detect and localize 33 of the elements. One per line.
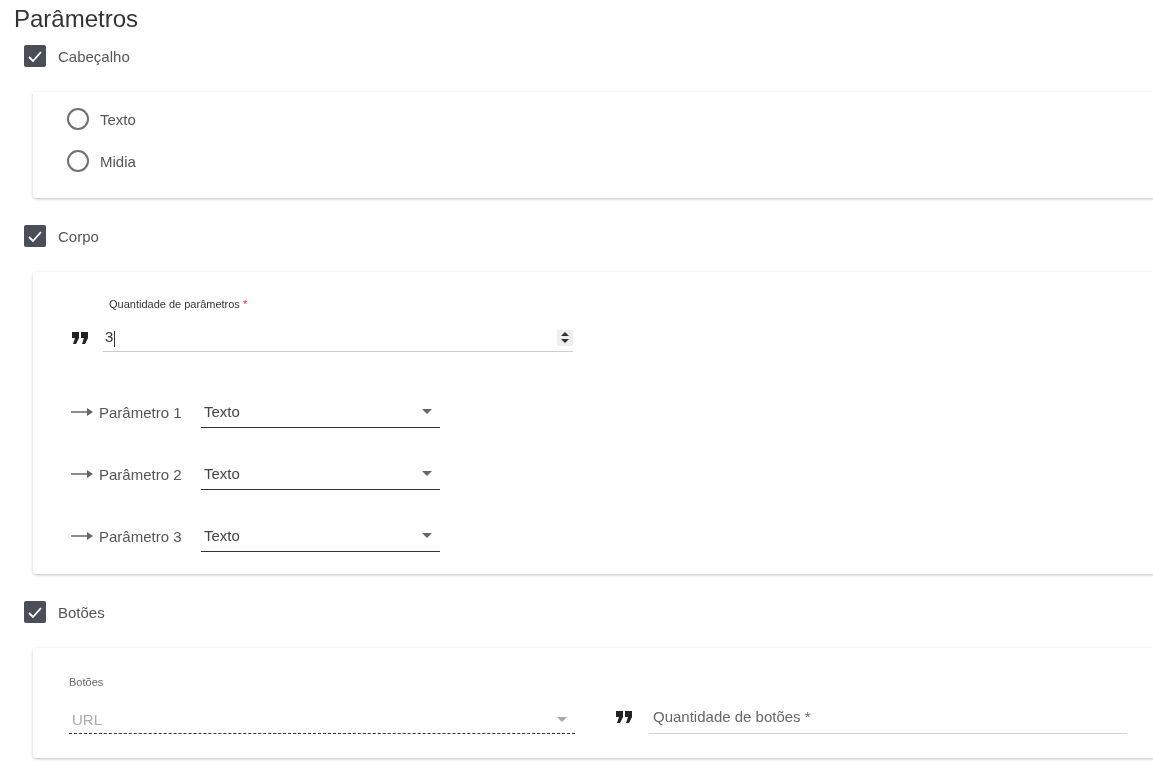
spinner-icon[interactable]: [557, 329, 573, 346]
check-icon: [28, 50, 42, 62]
dropdown-select[interactable]: Texto: [201, 520, 440, 552]
checkbox[interactable]: [24, 601, 46, 623]
page-title: Parâmetros: [13, 4, 140, 34]
arrow-icon: [71, 408, 93, 416]
radio-option[interactable]: Midia: [67, 150, 1139, 172]
checkbox[interactable]: [24, 225, 46, 247]
caret-icon: [422, 533, 432, 538]
parameter-label: Parâmetro 3: [99, 527, 183, 545]
checkbox-label: Botões: [58, 603, 105, 621]
parameter-label: Parâmetro 1: [99, 403, 183, 421]
checkbox-label: Corpo: [58, 227, 99, 245]
text-cursor: [114, 330, 116, 347]
number-input-field[interactable]: 3: [103, 324, 573, 352]
checkbox[interactable]: [24, 45, 46, 67]
quote-icon: [71, 332, 89, 344]
field-label: Quantidade de parâmetros *: [109, 298, 249, 310]
dropdown-select[interactable]: Texto: [201, 458, 440, 490]
quote-icon: [615, 710, 633, 723]
dropdown-select[interactable]: Texto: [201, 396, 440, 428]
caret-icon: [422, 471, 432, 476]
caret-icon: [557, 717, 567, 722]
input-field[interactable]: Quantidade de botões *: [649, 699, 1127, 734]
parameter-label: Parâmetro 2: [99, 465, 183, 483]
check-icon: [28, 230, 42, 242]
arrow-icon: [71, 470, 93, 478]
checkbox-label: Cabeçalho: [58, 47, 130, 65]
field-label: Botões: [69, 676, 105, 688]
caret-icon: [422, 409, 432, 414]
check-icon: [28, 606, 42, 618]
arrow-icon: [71, 532, 93, 540]
radio-option[interactable]: Texto: [67, 108, 1139, 130]
